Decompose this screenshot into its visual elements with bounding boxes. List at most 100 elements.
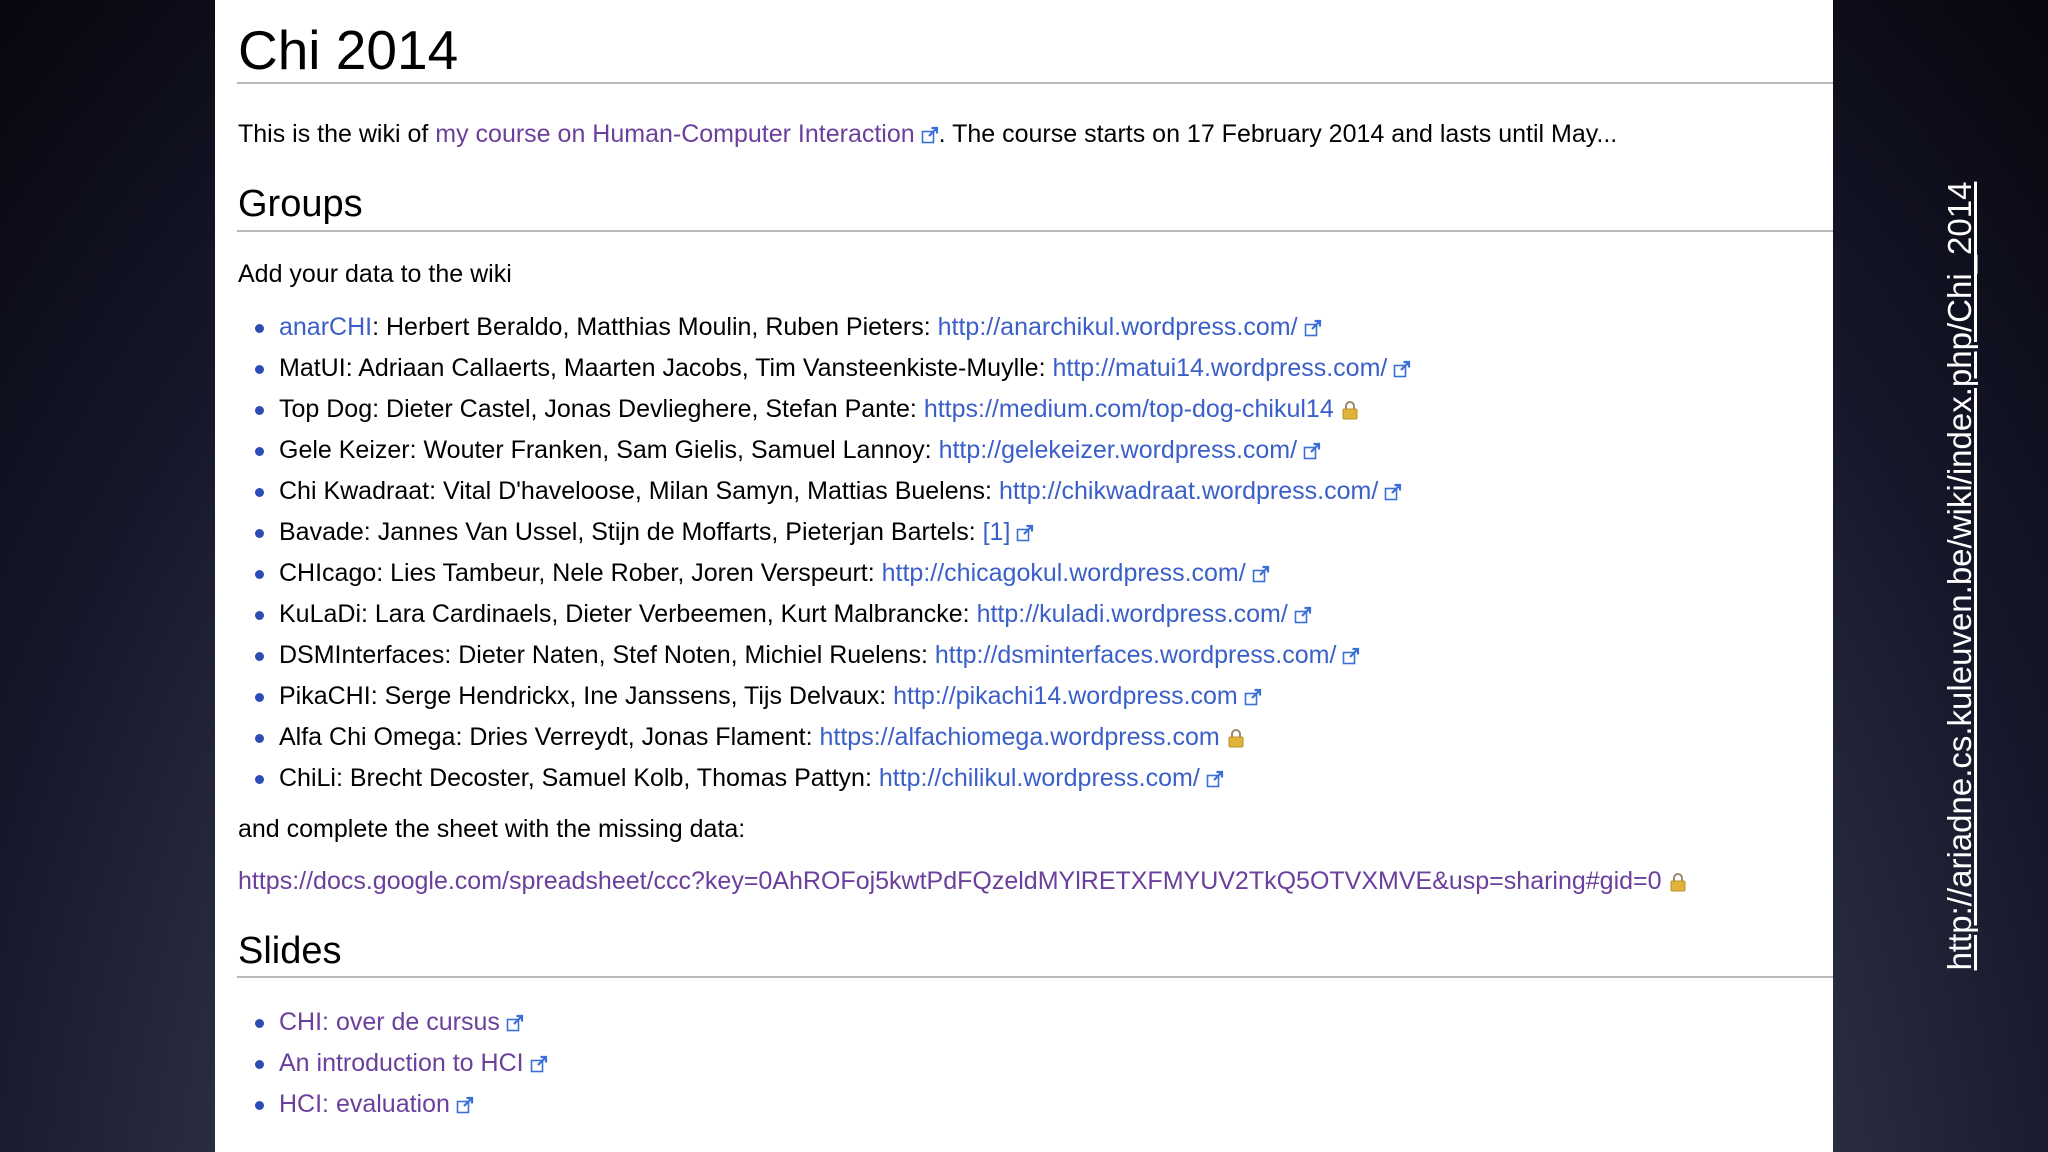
bullet-icon xyxy=(255,611,264,620)
group-list-item: Bavade: Jannes Van Ussel, Stijn de Moffa… xyxy=(215,515,1411,556)
wiki-page: Chi 2014 This is the wiki of my course o… xyxy=(215,0,1833,1152)
intro-paragraph: This is the wiki of my course on Human-C… xyxy=(238,117,1617,151)
bullet-icon xyxy=(255,324,264,333)
group-blog-link-text: http://matui14.wordpress.com/ xyxy=(1052,354,1388,382)
group-list-item: ChiLi: Brecht Decoster, Samuel Kolb, Tho… xyxy=(215,761,1411,802)
bullet-icon xyxy=(255,447,264,456)
group-list-item: CHIcago: Lies Tambeur, Nele Rober, Joren… xyxy=(215,556,1411,597)
bullet-icon xyxy=(255,1019,264,1028)
group-blog-link[interactable]: http://gelekeizer.wordpress.com/ xyxy=(939,436,1322,464)
group-members: : Brecht Decoster, Samuel Kolb, Thomas P… xyxy=(335,764,879,792)
group-name: Gele Keizer xyxy=(279,436,410,464)
group-name: Chi Kwadraat xyxy=(279,477,430,505)
group-name: Alfa Chi Omega xyxy=(279,723,456,751)
external-link-icon xyxy=(506,1014,524,1032)
group-blog-link-text: https://medium.com/top-dog-chikul14 xyxy=(923,395,1334,423)
spreadsheet-link-text: https://docs.google.com/spreadsheet/ccc?… xyxy=(238,867,1662,895)
group-members: : Wouter Franken, Sam Gielis, Samuel Lan… xyxy=(409,436,939,464)
group-blog-link[interactable]: https://alfachiomega.wordpress.com xyxy=(820,723,1244,751)
group-list-item: Chi Kwadraat: Vital D'haveloose, Milan S… xyxy=(215,474,1411,515)
bullet-icon xyxy=(255,652,264,661)
group-blog-link[interactable]: http://chikwadraat.wordpress.com/ xyxy=(999,477,1402,505)
group-name: ChiLi xyxy=(279,764,336,792)
group-list-item: Top Dog: Dieter Castel, Jonas Devliegher… xyxy=(215,392,1411,433)
external-link-icon xyxy=(1303,442,1321,460)
group-blog-link-text: http://gelekeizer.wordpress.com/ xyxy=(938,436,1298,464)
slides-heading: Slides xyxy=(238,930,342,972)
group-members: : Vital D'haveloose, Milan Samyn, Mattia… xyxy=(429,477,999,505)
slide-list-item: An introduction to HCI xyxy=(215,1046,548,1087)
group-list-item: Alfa Chi Omega: Dries Verreydt, Jonas Fl… xyxy=(215,720,1411,761)
spreadsheet-link[interactable]: https://docs.google.com/spreadsheet/ccc?… xyxy=(238,867,1686,895)
title-divider xyxy=(237,82,1833,84)
external-link-icon xyxy=(1294,606,1311,624)
group-name: PikaCHI xyxy=(279,682,371,710)
group-name: Top Dog xyxy=(279,395,373,423)
group-blog-link-text: http://chilikul.wordpress.com/ xyxy=(878,764,1200,792)
bullet-icon xyxy=(255,406,264,415)
group-members: : Dieter Castel, Jonas Devlieghere, Stef… xyxy=(372,395,924,423)
group-name: Bavade xyxy=(279,518,364,546)
intro-suffix: . The course starts on 17 February 2014 … xyxy=(938,120,1618,148)
bullet-icon xyxy=(255,529,264,538)
bullet-icon xyxy=(255,1060,264,1069)
group-blog-link[interactable]: http://pikachi14.wordpress.com xyxy=(893,682,1262,710)
slide-link[interactable]: An introduction to HCI xyxy=(279,1049,548,1077)
group-blog-link[interactable]: http://chicagokul.wordpress.com/ xyxy=(882,559,1270,587)
group-members: : Serge Hendrickx, Ine Janssens, Tijs De… xyxy=(370,682,894,710)
groups-lead-text: Add your data to the wiki xyxy=(238,260,512,288)
external-link-icon xyxy=(456,1096,474,1114)
slide-link[interactable]: HCI: evaluation xyxy=(279,1090,474,1118)
slide-link-text: CHI: over de cursus xyxy=(279,1008,500,1036)
groups-divider xyxy=(237,230,1833,232)
course-link-text: my course on Human-Computer Interaction xyxy=(435,120,915,148)
lock-icon xyxy=(1342,401,1358,420)
group-blog-link-text: http://chicagokul.wordpress.com/ xyxy=(881,559,1246,587)
group-blog-link-text: http://chikwadraat.wordpress.com/ xyxy=(998,477,1379,505)
group-blog-link-text: http://pikachi14.wordpress.com xyxy=(893,682,1238,710)
group-blog-link[interactable]: https://medium.com/top-dog-chikul14 xyxy=(924,395,1358,423)
group-blog-link[interactable]: http://anarchikul.wordpress.com/ xyxy=(938,313,1322,341)
page-title: Chi 2014 xyxy=(238,19,459,81)
lock-icon xyxy=(1228,729,1244,748)
slide-link-text: HCI: evaluation xyxy=(279,1090,450,1118)
sheet-instruction: and complete the sheet with the missing … xyxy=(238,815,746,843)
group-members: : Herbert Beraldo, Matthias Moulin, Rube… xyxy=(372,313,938,341)
side-url-text: http://ariadne.cs.kuleuven.be/wiki/index… xyxy=(1941,181,1978,971)
group-blog-link-text: http://dsminterfaces.wordpress.com/ xyxy=(934,641,1337,669)
group-members: : Lies Tambeur, Nele Rober, Joren Verspe… xyxy=(376,559,882,587)
external-link-icon xyxy=(1252,565,1269,583)
group-blog-link[interactable]: http://kuladi.wordpress.com/ xyxy=(977,600,1312,628)
group-list-item: DSMInterfaces: Dieter Naten, Stef Noten,… xyxy=(215,638,1411,679)
external-link-icon xyxy=(1206,770,1223,788)
external-link-icon xyxy=(530,1055,547,1073)
group-name-link[interactable]: anarCHI xyxy=(279,313,372,341)
group-blog-link[interactable]: http://dsminterfaces.wordpress.com/ xyxy=(935,641,1361,669)
slide-list-item: CHI: over de cursus xyxy=(215,1005,548,1046)
course-link[interactable]: my course on Human-Computer Interaction xyxy=(435,120,938,148)
group-name: KuLaDi xyxy=(279,600,361,628)
group-list-item: PikaCHI: Serge Hendrickx, Ine Janssens, … xyxy=(215,679,1411,720)
bullet-icon xyxy=(255,1101,264,1110)
group-list-item: KuLaDi: Lara Cardinaels, Dieter Verbeeme… xyxy=(215,597,1411,638)
lock-icon xyxy=(1670,873,1686,892)
external-link-icon xyxy=(921,126,938,144)
group-list-item: MatUI: Adriaan Callaerts, Maarten Jacobs… xyxy=(215,351,1411,392)
external-link-icon xyxy=(1384,483,1402,501)
slide-link-text: An introduction to HCI xyxy=(279,1049,524,1077)
external-link-icon xyxy=(1343,647,1360,665)
group-name: DSMInterfaces xyxy=(279,641,445,669)
group-members: : Dries Verreydt, Jonas Flament: xyxy=(455,723,820,751)
sheet-link-line: https://docs.google.com/spreadsheet/ccc?… xyxy=(238,864,1686,898)
group-blog-link[interactable]: [1] xyxy=(983,518,1035,546)
slides-list: CHI: over de cursus An introduction to HC… xyxy=(215,1005,548,1128)
group-blog-link[interactable]: http://chilikul.wordpress.com/ xyxy=(879,764,1224,792)
group-blog-link-text: http://anarchikul.wordpress.com/ xyxy=(937,313,1298,341)
bullet-icon xyxy=(255,365,264,374)
group-blog-link[interactable]: http://matui14.wordpress.com/ xyxy=(1052,354,1411,382)
external-link-icon xyxy=(1244,688,1261,706)
external-link-icon xyxy=(1394,360,1411,378)
external-link-icon xyxy=(1304,319,1321,337)
bullet-icon xyxy=(255,734,264,743)
slide-link[interactable]: CHI: over de cursus xyxy=(279,1008,524,1036)
